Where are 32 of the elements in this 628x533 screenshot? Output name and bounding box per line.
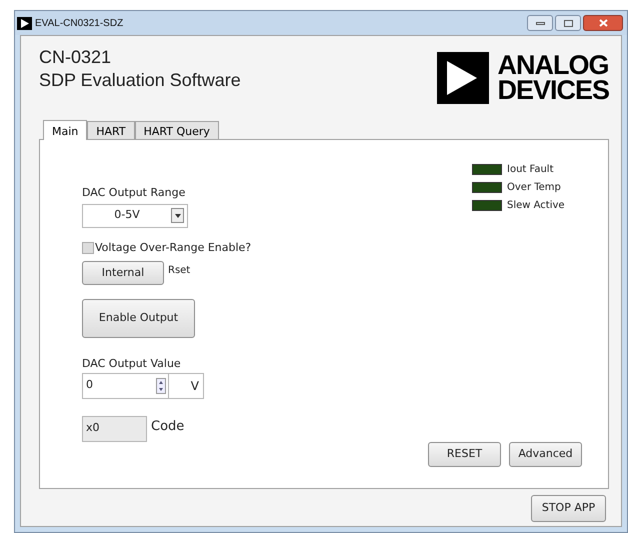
output-value-field[interactable]: 0 <box>82 372 169 398</box>
code-label: Code <box>151 418 184 436</box>
app-title: CN-0321 <box>39 46 112 68</box>
caret-icon <box>174 214 180 218</box>
led-label: Slew Active <box>507 199 565 213</box>
enable-output-button[interactable]: Enable Output <box>82 299 195 338</box>
rset-button[interactable]: Internal <box>82 261 164 285</box>
app-logo-icon <box>17 16 32 30</box>
action-button[interactable]: RESET <box>428 442 501 467</box>
rset-label: Rset <box>168 264 190 278</box>
tab[interactable]: Main <box>43 120 88 140</box>
action-button[interactable]: Advanced <box>509 442 582 467</box>
company-logo: ANALOG DEVICES <box>437 52 609 104</box>
led-label: Over Temp <box>507 181 561 195</box>
minimize-button[interactable] <box>527 15 553 31</box>
spinner-icon <box>156 378 166 394</box>
stop-app-button[interactable]: STOP APP <box>531 495 606 522</box>
close-button[interactable] <box>583 15 623 31</box>
checkbox[interactable] <box>82 242 94 254</box>
app-subtitle: SDP Evaluation Software <box>39 69 241 92</box>
close-icon <box>598 19 608 27</box>
window-title: EVAL-CN0321-SDZ <box>35 16 124 30</box>
tab[interactable]: HART Query <box>134 121 219 139</box>
field-label: DAC Output Range <box>82 185 186 201</box>
led-label: Iout Fault <box>507 163 554 177</box>
code-field: x0 <box>82 416 147 442</box>
checkbox-label: Voltage Over-Range Enable? <box>95 240 252 256</box>
field-label: DAC Output Value <box>82 356 182 372</box>
maximize-button[interactable] <box>555 15 581 31</box>
unit-label: V <box>169 372 204 398</box>
range-dropdown[interactable]: 0-5V <box>82 204 188 228</box>
tab[interactable]: HART <box>87 121 135 139</box>
